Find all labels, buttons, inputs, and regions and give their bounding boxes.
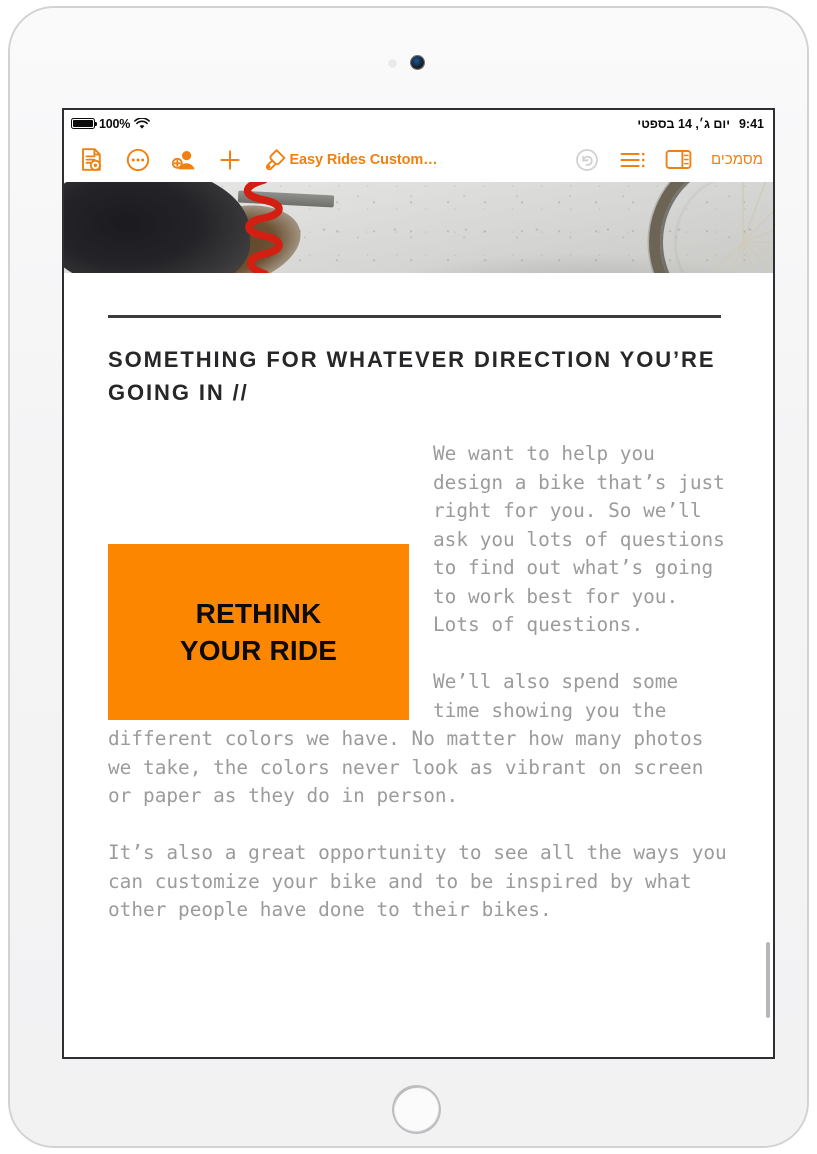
- vertical-scrollbar[interactable]: [766, 942, 770, 1018]
- status-bar-date: יום ג׳, 14 בספטי: [637, 116, 730, 131]
- view-options-icon[interactable]: [665, 146, 692, 173]
- home-button[interactable]: [392, 1085, 441, 1134]
- ipad-device-frame: 100% יום ג׳, 14 בספטי 9:41 Easy Rides Cu…: [8, 6, 809, 1148]
- battery-fill: [73, 120, 93, 127]
- document-title[interactable]: Easy Rides Custom…: [289, 152, 437, 168]
- more-options-icon[interactable]: [124, 146, 151, 173]
- outline-list-icon[interactable]: [619, 146, 646, 173]
- battery-percent-label: 100%: [99, 116, 131, 131]
- body-paragraph: It’s also a great opportunity to see all…: [108, 841, 739, 921]
- front-camera-icon: [411, 56, 424, 69]
- document-page[interactable]: SOMETHING FOR WHATEVER DIRECTION YOU’RE …: [64, 273, 773, 1056]
- ipad-screen: 100% יום ג׳, 14 בספטי 9:41 Easy Rides Cu…: [62, 108, 775, 1059]
- toolbar-right-group: מסמכים: [573, 146, 763, 173]
- banner-red-coil-cable: [243, 182, 283, 273]
- callout-wrap-shim: [108, 440, 433, 721]
- page-heading: SOMETHING FOR WHATEVER DIRECTION YOU’RE …: [108, 347, 716, 406]
- document-scroll-area[interactable]: SOMETHING FOR WHATEVER DIRECTION YOU’RE …: [64, 182, 773, 1056]
- ambient-light-sensor-icon: [389, 60, 396, 67]
- documents-button[interactable]: מסמכים: [711, 151, 763, 168]
- battery-icon: [71, 118, 98, 129]
- add-collaborator-icon[interactable]: [170, 146, 197, 173]
- wifi-icon: [134, 117, 151, 129]
- document-preview-icon[interactable]: [78, 146, 105, 173]
- home-button-inner: [395, 1088, 438, 1131]
- toolbar-left-group: [78, 146, 289, 173]
- status-bar-left: 100%: [71, 116, 151, 131]
- format-brush-icon[interactable]: [262, 146, 289, 173]
- status-bar-time: 9:41: [738, 116, 764, 131]
- bike-photo-banner: [64, 182, 773, 273]
- status-bar-right: יום ג׳, 14 בספטי 9:41: [637, 117, 764, 131]
- insert-icon[interactable]: [216, 146, 243, 173]
- banner-dark-figure: [64, 182, 250, 273]
- app-toolbar: Easy Rides Custom… מסמכים: [64, 137, 773, 182]
- banner-bike-wheel: [649, 182, 773, 273]
- status-bar: 100% יום ג׳, 14 בספטי 9:41: [64, 110, 773, 137]
- heading-divider: [108, 315, 721, 318]
- undo-icon[interactable]: [573, 146, 600, 173]
- document-body-text[interactable]: We want to help you design a bike that’s…: [108, 440, 736, 925]
